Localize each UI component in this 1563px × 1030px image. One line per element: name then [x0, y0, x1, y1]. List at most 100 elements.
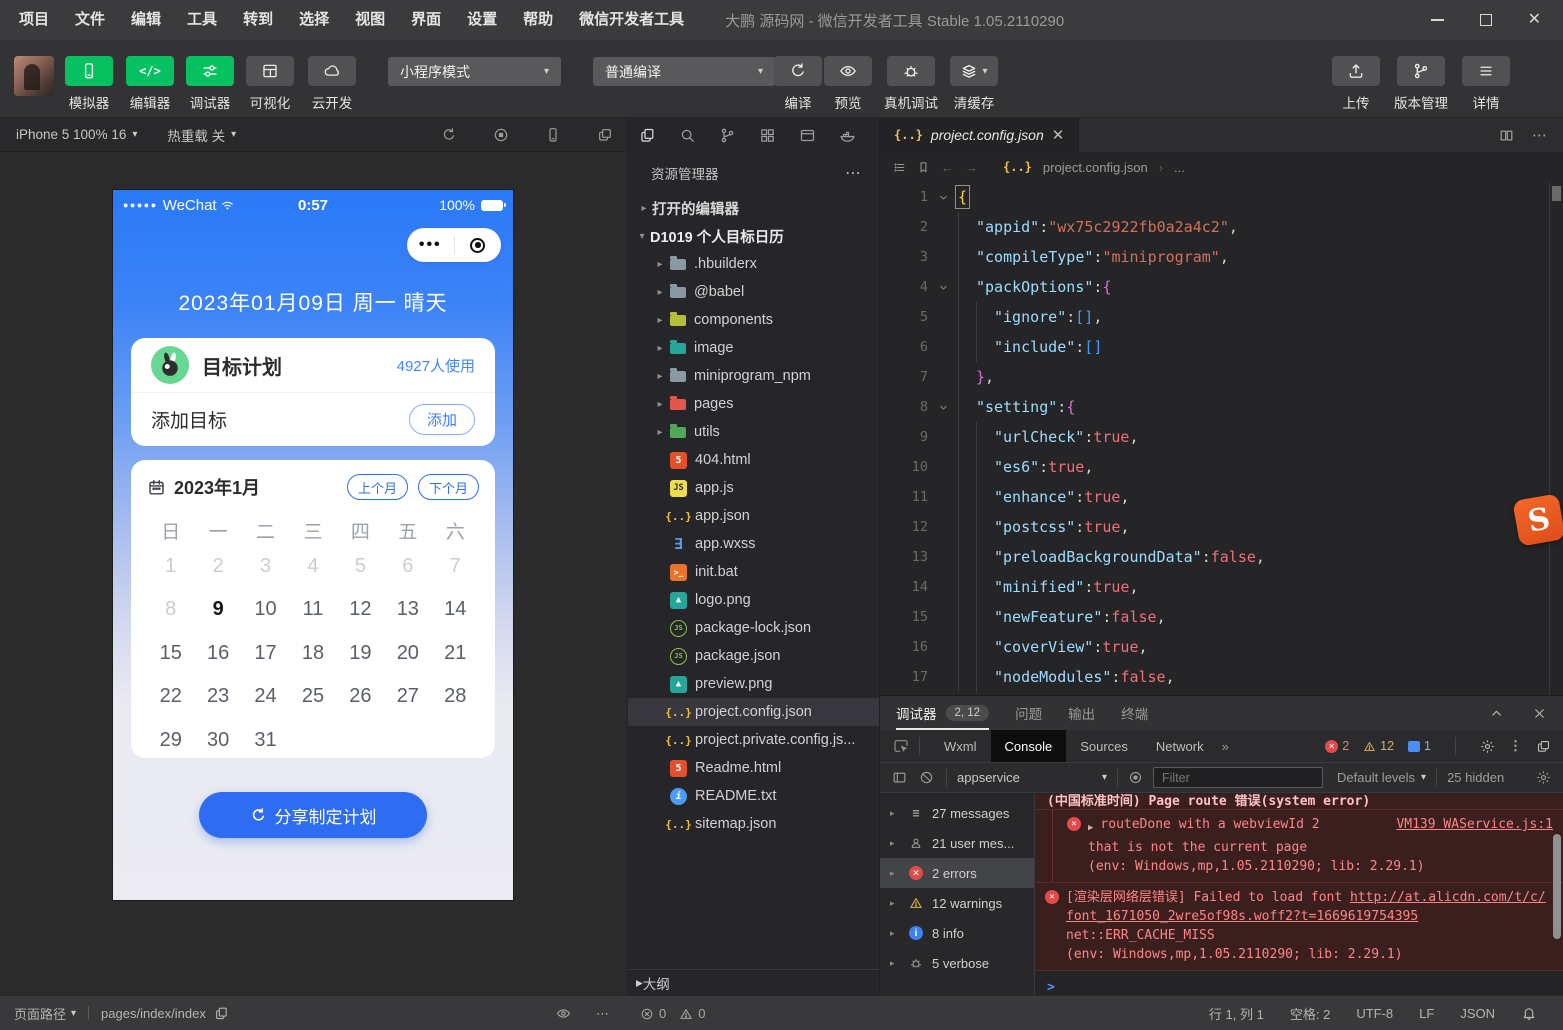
- debugger-tab-终端[interactable]: 终端: [1121, 696, 1148, 730]
- levels-select[interactable]: Default levels▾: [1337, 770, 1426, 785]
- hot-reload-toggle[interactable]: 热重载 关▾: [167, 125, 236, 145]
- calendar-day[interactable]: 14: [432, 598, 479, 621]
- calendar-day[interactable]: 30: [194, 729, 241, 752]
- tree-file[interactable]: JSpackage-lock.json: [628, 614, 879, 642]
- collapse-panel-icon[interactable]: [1489, 706, 1504, 721]
- calendar-day[interactable]: 20: [384, 642, 431, 665]
- calendar-day[interactable]: 2: [194, 555, 241, 578]
- compile-select[interactable]: 普通编译 ▾: [593, 57, 775, 86]
- back-arrow-icon[interactable]: ←: [941, 160, 954, 175]
- code-line[interactable]: 5"ignore": [],: [880, 302, 1549, 332]
- next-month-button[interactable]: 下个月: [418, 474, 479, 500]
- calendar-day[interactable]: 5: [337, 555, 384, 578]
- calendar-day[interactable]: 9: [194, 598, 241, 621]
- capsule-more-icon[interactable]: •••: [407, 237, 454, 253]
- eye-icon[interactable]: [556, 996, 571, 1030]
- code-line[interactable]: 10"es6": true,: [880, 452, 1549, 482]
- fold-icon[interactable]: [928, 192, 958, 203]
- context-select[interactable]: appservice▾: [957, 770, 1107, 785]
- code-line[interactable]: 1{: [880, 182, 1549, 212]
- maximize-icon[interactable]: [1480, 14, 1492, 26]
- encoding[interactable]: UTF-8: [1356, 1006, 1393, 1021]
- source-link[interactable]: VM139 WAService.js:1: [1396, 815, 1553, 834]
- error-count[interactable]: ✕2: [1325, 739, 1349, 753]
- calendar-day[interactable]: 24: [242, 685, 289, 708]
- calendar-day[interactable]: 31: [242, 729, 289, 752]
- search-icon[interactable]: [679, 127, 696, 144]
- bookmark-icon[interactable]: [917, 161, 930, 174]
- stop-icon[interactable]: [493, 127, 509, 143]
- calendar-day[interactable]: 21: [432, 642, 479, 665]
- docker-icon[interactable]: [839, 127, 856, 144]
- calendar-day[interactable]: 15: [147, 642, 194, 665]
- explorer-more-icon[interactable]: ⋯: [845, 163, 861, 183]
- console-filter-12 warnings[interactable]: ▸12 warnings: [880, 888, 1034, 918]
- toolbar-button-可视化[interactable]: 可视化: [246, 56, 294, 112]
- debugger-tab-问题[interactable]: 问题: [1015, 696, 1042, 730]
- tree-file[interactable]: ▲logo.png: [628, 586, 879, 614]
- console-filter-2 errors[interactable]: ▸✕2 errors: [880, 858, 1034, 888]
- prev-month-button[interactable]: 上个月: [347, 474, 408, 500]
- language-mode[interactable]: JSON: [1460, 1006, 1495, 1021]
- capsule-home-icon[interactable]: [455, 238, 502, 253]
- forward-arrow-icon[interactable]: →: [965, 160, 978, 175]
- code-line[interactable]: 4"packOptions": {: [880, 272, 1549, 302]
- multi-window-icon[interactable]: [597, 127, 613, 143]
- warning-count[interactable]: 12: [1363, 739, 1394, 753]
- editor-scrollbar[interactable]: [1549, 182, 1563, 695]
- calendar-day[interactable]: 12: [337, 598, 384, 621]
- outline-section[interactable]: ▸ 大纲: [628, 969, 879, 995]
- toolbar-button-版本管理[interactable]: 版本管理: [1394, 56, 1448, 112]
- menu-item[interactable]: 项目: [6, 0, 62, 40]
- tree-file[interactable]: {..}project.config.json: [628, 698, 879, 726]
- menu-item[interactable]: 视图: [342, 0, 398, 40]
- more-tabs-icon[interactable]: »: [1218, 739, 1229, 754]
- menu-item[interactable]: 选择: [286, 0, 342, 40]
- code-line[interactable]: 14"minified": true,: [880, 572, 1549, 602]
- devtools-tab-Network[interactable]: Network: [1142, 730, 1218, 762]
- calendar-day[interactable]: 23: [194, 685, 241, 708]
- calendar-day[interactable]: 18: [289, 642, 336, 665]
- files-icon[interactable]: [639, 127, 656, 144]
- code-line[interactable]: 12"postcss": true,: [880, 512, 1549, 542]
- calendar-day[interactable]: 22: [147, 685, 194, 708]
- calendar-day[interactable]: 7: [432, 555, 479, 578]
- tree-file[interactable]: JSapp.js: [628, 474, 879, 502]
- cursor-position[interactable]: 行 1, 列 1: [1209, 1004, 1264, 1023]
- tree-folder[interactable]: ▸miniprogram_npm: [628, 362, 879, 390]
- calendar-day[interactable]: 1: [147, 555, 194, 578]
- code-line[interactable]: 16"coverView": true,: [880, 632, 1549, 662]
- calendar-day[interactable]: 29: [147, 729, 194, 752]
- message-count[interactable]: 1: [1408, 739, 1431, 753]
- calendar-day[interactable]: 3: [242, 555, 289, 578]
- code-editor[interactable]: 1{2"appid": "wx75c2922fb0a2a4c2",3"compi…: [880, 182, 1549, 695]
- code-line[interactable]: 7},: [880, 362, 1549, 392]
- expand-triangle-icon[interactable]: ▶: [1088, 819, 1093, 838]
- code-line[interactable]: 13"preloadBackgroundData": false,: [880, 542, 1549, 572]
- kebab-menu-icon[interactable]: ⋮: [1509, 738, 1522, 754]
- menu-item[interactable]: 工具: [174, 0, 230, 40]
- console-scrollbar[interactable]: [1553, 834, 1561, 939]
- tree-folder[interactable]: ▸@babel: [628, 278, 879, 306]
- menu-item[interactable]: 界面: [398, 0, 454, 40]
- menu-item[interactable]: 文件: [62, 0, 118, 40]
- tree-folder[interactable]: ▸pages: [628, 390, 879, 418]
- minimize-icon[interactable]: [1431, 19, 1444, 21]
- calendar-day[interactable]: 17: [242, 642, 289, 665]
- tree-folder[interactable]: ▸components: [628, 306, 879, 334]
- tree-file[interactable]: {..}sitemap.json: [628, 810, 879, 838]
- toolbar-button-预览[interactable]: 预览: [824, 56, 872, 112]
- console-filter-5 verbose[interactable]: ▸5 verbose: [880, 948, 1034, 978]
- devtools-tab-Wxml[interactable]: Wxml: [930, 730, 991, 762]
- code-line[interactable]: 11"enhance": true,: [880, 482, 1549, 512]
- close-tab-icon[interactable]: ✕: [1052, 126, 1065, 144]
- toolbar-button-清缓存[interactable]: ▾清缓存: [950, 56, 998, 112]
- tab-project-config[interactable]: {..} project.config.json ✕: [880, 118, 1079, 152]
- calendar-day[interactable]: 4: [289, 555, 336, 578]
- tree-file[interactable]: ▲preview.png: [628, 670, 879, 698]
- devtools-tab-Console[interactable]: Console: [991, 730, 1067, 762]
- menu-item[interactable]: 编辑: [118, 0, 174, 40]
- code-line[interactable]: 3"compileType": "miniprogram",: [880, 242, 1549, 272]
- live-expression-icon[interactable]: [1128, 770, 1143, 785]
- tree-file[interactable]: JSpackage.json: [628, 642, 879, 670]
